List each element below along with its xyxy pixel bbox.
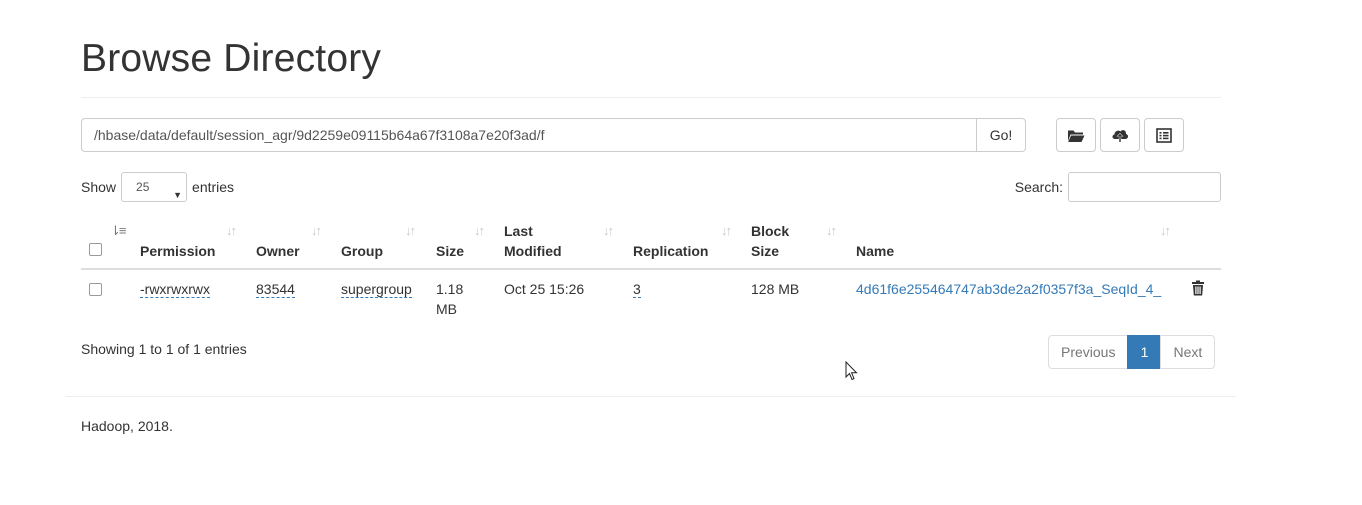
size-unit: MB (436, 301, 457, 317)
column-header-replication[interactable]: Replication (633, 241, 708, 261)
header-line: Size (751, 243, 780, 259)
block-size-cell: 128 MB (751, 281, 800, 297)
size-cell: 1.18 MB (436, 279, 463, 319)
table-info: Showing 1 to 1 of 1 entries (81, 341, 247, 357)
column-header-last-modified[interactable]: Last Modified (504, 221, 562, 261)
table-search: Search: (1015, 172, 1221, 202)
folder-open-icon (1067, 128, 1085, 143)
sort-icon: ↓↑ (405, 223, 416, 238)
title-divider (81, 97, 1221, 98)
row-checkbox[interactable] (89, 283, 102, 296)
file-name-link[interactable]: 4d61f6e255464747ab3de2a2f0357f3a_SeqId_4… (856, 281, 1161, 297)
page-1-button[interactable]: 1 (1127, 335, 1162, 369)
pagination: Previous 1 Next (1048, 335, 1216, 369)
sort-icon: ↓↑ (311, 223, 322, 238)
column-header-owner[interactable]: Owner (256, 241, 300, 261)
sort-icon: ↓↑ (721, 223, 732, 238)
next-page-button[interactable]: Next (1160, 335, 1216, 369)
sort-icon: ↓↑ (1160, 223, 1171, 238)
size-value: 1.18 (436, 281, 464, 297)
column-header-group[interactable]: Group (341, 241, 383, 261)
show-label: Show (81, 179, 117, 195)
list-alt-icon (1156, 127, 1172, 143)
directory-path-input[interactable] (81, 118, 976, 152)
owner-value[interactable]: 83544 (256, 281, 295, 298)
page-length-control: Show 25 ▼ entries (81, 172, 234, 202)
permission-value[interactable]: -rwxrwxrwx (140, 281, 210, 298)
column-header-block-size[interactable]: Block Size (751, 221, 789, 261)
column-header-permission[interactable]: Permission (140, 241, 215, 261)
sort-icon: ↓↑ (226, 223, 237, 238)
page-length-value: 25 (136, 180, 150, 194)
footer-divider (66, 396, 1236, 397)
sort-icon: ↓↑ (474, 223, 485, 238)
trash-icon[interactable] (1191, 280, 1205, 299)
path-bar: Go! (81, 118, 1026, 152)
header-line: Last (504, 223, 533, 239)
sort-asc-icon[interactable]: ⇂≡ (110, 224, 127, 238)
group-value[interactable]: supergroup (341, 281, 412, 298)
group-cell: supergroup (341, 279, 412, 299)
mouse-cursor-icon (845, 360, 858, 384)
cut-paste-button[interactable] (1144, 118, 1184, 152)
sort-icon: ↓↑ (826, 223, 837, 238)
last-modified-cell: Oct 25 15:26 (504, 281, 585, 297)
permission-cell: -rwxrwxrwx (140, 279, 210, 299)
footer-text: Hadoop, 2018. (81, 418, 173, 434)
search-label: Search: (1014, 179, 1063, 195)
replication-value[interactable]: 3 (633, 281, 641, 298)
table-header-divider (81, 268, 1221, 270)
sort-icon: ↓↑ (603, 223, 614, 238)
cloud-upload-icon (1111, 128, 1129, 143)
upload-files-button[interactable] (1100, 118, 1140, 152)
select-all-checkbox[interactable] (89, 243, 102, 256)
column-header-size[interactable]: Size (436, 241, 464, 261)
name-cell: 4d61f6e255464747ab3de2a2f0357f3a_SeqId_4… (856, 279, 1161, 299)
replication-cell: 3 (633, 279, 641, 299)
create-directory-button[interactable] (1056, 118, 1096, 152)
dropdown-arrow-icon: ▼ (173, 190, 183, 200)
page-length-select[interactable]: 25 ▼ (121, 172, 188, 202)
previous-page-button[interactable]: Previous (1048, 335, 1129, 369)
header-line: Modified (504, 243, 562, 259)
page-title: Browse Directory (81, 37, 382, 80)
header-line: Block (751, 223, 790, 239)
column-header-name[interactable]: Name (856, 241, 894, 261)
entries-label: entries (192, 179, 235, 195)
owner-cell: 83544 (256, 279, 295, 299)
search-input[interactable] (1068, 172, 1221, 202)
go-button[interactable]: Go! (976, 118, 1026, 152)
